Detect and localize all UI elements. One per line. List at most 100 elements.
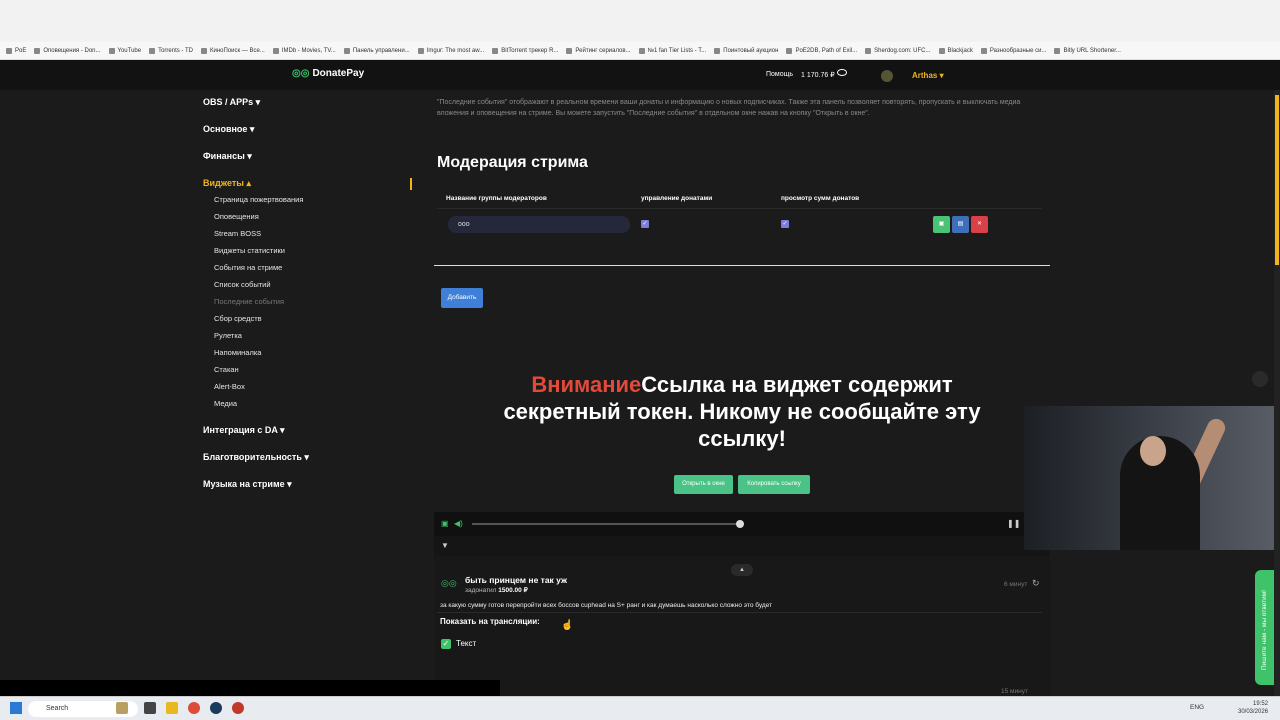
bookmark-item[interactable]: Bitly URL Shortener... xyxy=(1054,47,1121,54)
bookmark-label: №1 fan Tier Lists - T... xyxy=(647,47,707,54)
sidebar-item-event-list[interactable]: Список событий xyxy=(203,279,413,296)
sidebar-item-alerts[interactable]: Оповещения xyxy=(203,211,413,228)
volume-slider[interactable] xyxy=(472,523,740,525)
donatepay-icon: ◎◎ xyxy=(441,578,457,588)
sidebar-charity[interactable]: Благотворительность ▾ xyxy=(203,451,413,478)
bookmark-item[interactable]: №1 fan Tier Lists - T... xyxy=(638,47,707,54)
bookmark-item[interactable]: Blackjack xyxy=(938,47,973,54)
bookmark-label: Torrents - TD xyxy=(158,47,193,54)
table-divider xyxy=(437,208,1042,209)
app-icon[interactable] xyxy=(232,702,244,714)
sidebar-music[interactable]: Музыка на стриме ▾ xyxy=(203,478,413,505)
text-checkbox[interactable]: ✓ xyxy=(441,639,451,649)
sidebar-main[interactable]: Основное ▾ xyxy=(203,123,413,150)
sidebar-item-donation-page[interactable]: Страница пожертвования xyxy=(203,194,413,211)
steam-icon[interactable] xyxy=(210,702,222,714)
bookmark-item[interactable]: YouTube xyxy=(108,47,142,54)
bookmark-label: Оповещения - Don... xyxy=(43,47,101,54)
sidebar-item-roulette[interactable]: Рулетка xyxy=(203,330,413,347)
bookmark-item[interactable]: Оповещения - Don... xyxy=(34,47,101,54)
bookmark-item[interactable]: Панель управлени... xyxy=(343,47,410,54)
volume-icon[interactable]: ◀) xyxy=(454,519,463,528)
eye-icon[interactable] xyxy=(837,69,847,76)
copy-button[interactable]: ▤ xyxy=(952,216,969,233)
sidebar-item-stream-events[interactable]: События на стриме xyxy=(203,262,413,279)
chat-tab[interactable]: Пишите нам - мы ответим! xyxy=(1255,570,1275,685)
taskbar-terminal-icon[interactable] xyxy=(144,702,156,714)
clock[interactable]: 19:52 30/03/2026 xyxy=(1238,700,1268,716)
replay-icon[interactable]: ↻ xyxy=(1032,578,1040,589)
bookmark-item[interactable]: Imgur: The most aw... xyxy=(417,47,484,54)
bookmark-label: YouTube xyxy=(117,47,142,54)
brand-name: DonatePay xyxy=(312,68,365,79)
chrome-icon[interactable] xyxy=(188,702,200,714)
app-window: ◎◎ DonatePay Помощь 1 170.76 ₽ Arthas ▾ … xyxy=(0,60,1280,696)
sidebar-item-fundraising[interactable]: Сбор средств xyxy=(203,313,413,330)
bookmark-icon xyxy=(108,47,115,54)
copy-link-button[interactable]: Копировать ссылку xyxy=(738,475,810,494)
view-amounts-checkbox[interactable]: ✓ xyxy=(781,220,789,228)
bookmark-item[interactable]: Sherdog.com: UFC... xyxy=(865,47,931,54)
sidebar-finance[interactable]: Финансы ▾ xyxy=(203,150,413,177)
avatar[interactable] xyxy=(881,70,893,82)
sidebar-item-media[interactable]: Медиа xyxy=(203,398,413,424)
bookmark-item[interactable]: Разнообразные си... xyxy=(980,47,1047,54)
group-name-input[interactable]: ооо xyxy=(448,216,630,233)
bookmark-item[interactable]: PoE xyxy=(6,47,26,54)
bookmark-label: Панель управлени... xyxy=(352,47,410,54)
donation-info: задонатил 1500.00 ₽ xyxy=(465,586,528,594)
event-time: 6 минут xyxy=(1004,581,1028,588)
th-manage-donations: управление донатами xyxy=(641,195,713,202)
brand-logo[interactable]: ◎◎ DonatePay xyxy=(292,68,364,79)
sidebar-da-integration[interactable]: Интеграция с DA ▾ xyxy=(203,424,413,451)
delete-button[interactable]: ✕ xyxy=(971,216,988,233)
sidebar-item-reminder[interactable]: Напоминалка xyxy=(203,347,413,364)
save-button[interactable]: ▣ xyxy=(933,216,950,233)
bookmark-icon xyxy=(34,47,41,54)
clock-date: 30/03/2026 xyxy=(1238,709,1269,715)
bookmark-item[interactable]: PoE2DB, Path of Exil... xyxy=(786,47,857,54)
scrollbar-thumb[interactable] xyxy=(1275,95,1279,265)
bookmark-item[interactable]: IMDb - Movies, TV... xyxy=(272,47,336,54)
manage-donations-checkbox[interactable]: ✓ xyxy=(641,220,649,228)
donor-name: быть принцем не так уж xyxy=(465,575,568,585)
language-indicator[interactable]: ENG xyxy=(1190,704,1204,711)
bookmark-item[interactable]: Рейтинг сериалов... xyxy=(566,47,631,54)
donation-message: за какую сумму готов перепройти всех бос… xyxy=(440,602,773,609)
header: ◎◎ DonatePay Помощь 1 170.76 ₽ Arthas ▾ xyxy=(0,60,1280,90)
bookmark-item[interactable]: КиноПоиск — Все... xyxy=(201,47,265,54)
webcam-head xyxy=(1140,436,1166,466)
sidebar-item-alert-box[interactable]: Alert-Box xyxy=(203,381,413,398)
folder-icon[interactable] xyxy=(166,702,178,714)
bookmark-label: Blackjack xyxy=(947,47,973,54)
warning-label: Внимание xyxy=(531,372,642,397)
collapse-button[interactable]: ▲ xyxy=(731,564,753,576)
sidebar-item-recent-events[interactable]: Последние события xyxy=(203,296,413,313)
bookmark-item[interactable]: Torrents - TD xyxy=(149,47,193,54)
add-button[interactable]: Добавить xyxy=(441,288,483,308)
bookmark-icon xyxy=(714,47,721,54)
sidebar-widgets[interactable]: Виджеты ▴ xyxy=(203,177,413,194)
sidebar-item-glass[interactable]: Стакан xyxy=(203,364,413,381)
bookmark-item[interactable]: Поинтовый аукцион xyxy=(714,47,779,54)
pause-icon[interactable]: ❚❚ xyxy=(1007,519,1020,528)
warning-text: ВниманиеСсылка на виджет содержит секрет… xyxy=(470,371,1014,452)
sidebar-item-stream-boss[interactable]: Stream BOSS xyxy=(203,228,413,245)
sidebar-item-stat-widgets[interactable]: Виджеты статистики xyxy=(203,245,413,262)
clock-time: 19:52 xyxy=(1253,701,1269,707)
bookmark-label: Разнообразные си... xyxy=(989,47,1047,54)
user-menu[interactable]: Arthas ▾ xyxy=(912,71,944,80)
scroll-top-button[interactable] xyxy=(1252,371,1268,387)
filter-icon[interactable]: ▼ xyxy=(441,541,449,550)
slider-handle[interactable] xyxy=(736,520,744,528)
windows-start-icon[interactable] xyxy=(10,702,22,714)
sidebar-obs[interactable]: OBS / APPs ▾ xyxy=(203,96,413,123)
media-icon[interactable]: ▣ xyxy=(441,519,449,528)
show-on-stream-label: Показать на трансляции: xyxy=(440,617,540,626)
bookmark-label: Поинтовый аукцион xyxy=(723,47,779,54)
help-link[interactable]: Помощь xyxy=(766,71,793,78)
open-window-button[interactable]: Открыть в окне xyxy=(674,475,733,494)
bookmark-item[interactable]: BitTorrent трекер R... xyxy=(492,47,558,54)
next-event-time: 15 минут xyxy=(1001,688,1028,695)
taskbar-app-icon[interactable] xyxy=(116,702,128,714)
